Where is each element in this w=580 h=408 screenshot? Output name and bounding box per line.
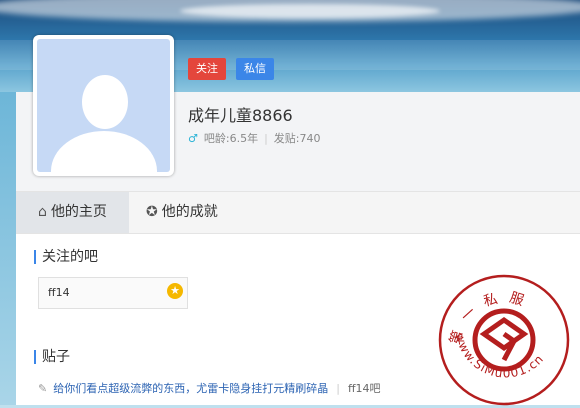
post-title-link[interactable]: 给你们看点超级流弊的东西，尤雷卡隐身挂打元精刷碎晶 [53, 382, 328, 395]
post-forum-link[interactable]: ff14吧 [348, 382, 381, 395]
bar-name: ff14 [48, 286, 70, 299]
profile-meta: ♂ 吧龄:6.5年 | 发贴:740 [188, 130, 321, 146]
follow-button[interactable]: 关注 [188, 58, 226, 80]
meta-divider: | [264, 132, 268, 145]
tab-achievements[interactable]: ✪ 他的成就 [146, 192, 218, 233]
tab-home[interactable]: ⌂ 他的主页 [16, 192, 129, 233]
avatar[interactable] [33, 35, 174, 176]
username: 成年儿童8866 [188, 106, 293, 125]
default-avatar-icon [37, 39, 170, 172]
post-item: ✎ 给你们看点超级流弊的东西，尤雷卡隐身挂打元精刷碎晶 | ff14吧 [38, 380, 381, 396]
edit-icon: ✎ [38, 382, 48, 395]
tab-achievements-label: 他的成就 [161, 204, 218, 220]
watermark-stamp: 第一私服 www.SiMu001.cn [438, 274, 570, 406]
male-icon: ♂ [188, 132, 198, 145]
post-divider: | [336, 382, 340, 395]
background-strip [0, 92, 16, 405]
award-icon: ✪ [146, 204, 158, 220]
post-count: 发贴:740 [273, 132, 321, 145]
tab-home-label: 他的主页 [50, 204, 107, 220]
message-button[interactable]: 私信 [236, 58, 274, 80]
home-icon: ⌂ [38, 204, 47, 220]
profile-tabs: ⌂ 他的主页 ✪ 他的成就 [16, 191, 580, 234]
followed-bar-item[interactable]: ff14 ★ [38, 277, 188, 309]
posts-title: 贴子 [34, 350, 70, 364]
banner-foam [180, 4, 440, 18]
star-icon: ★ [167, 283, 183, 299]
followed-bars-title: 关注的吧 [34, 250, 98, 264]
bar-age: 吧龄:6.5年 [203, 132, 259, 145]
